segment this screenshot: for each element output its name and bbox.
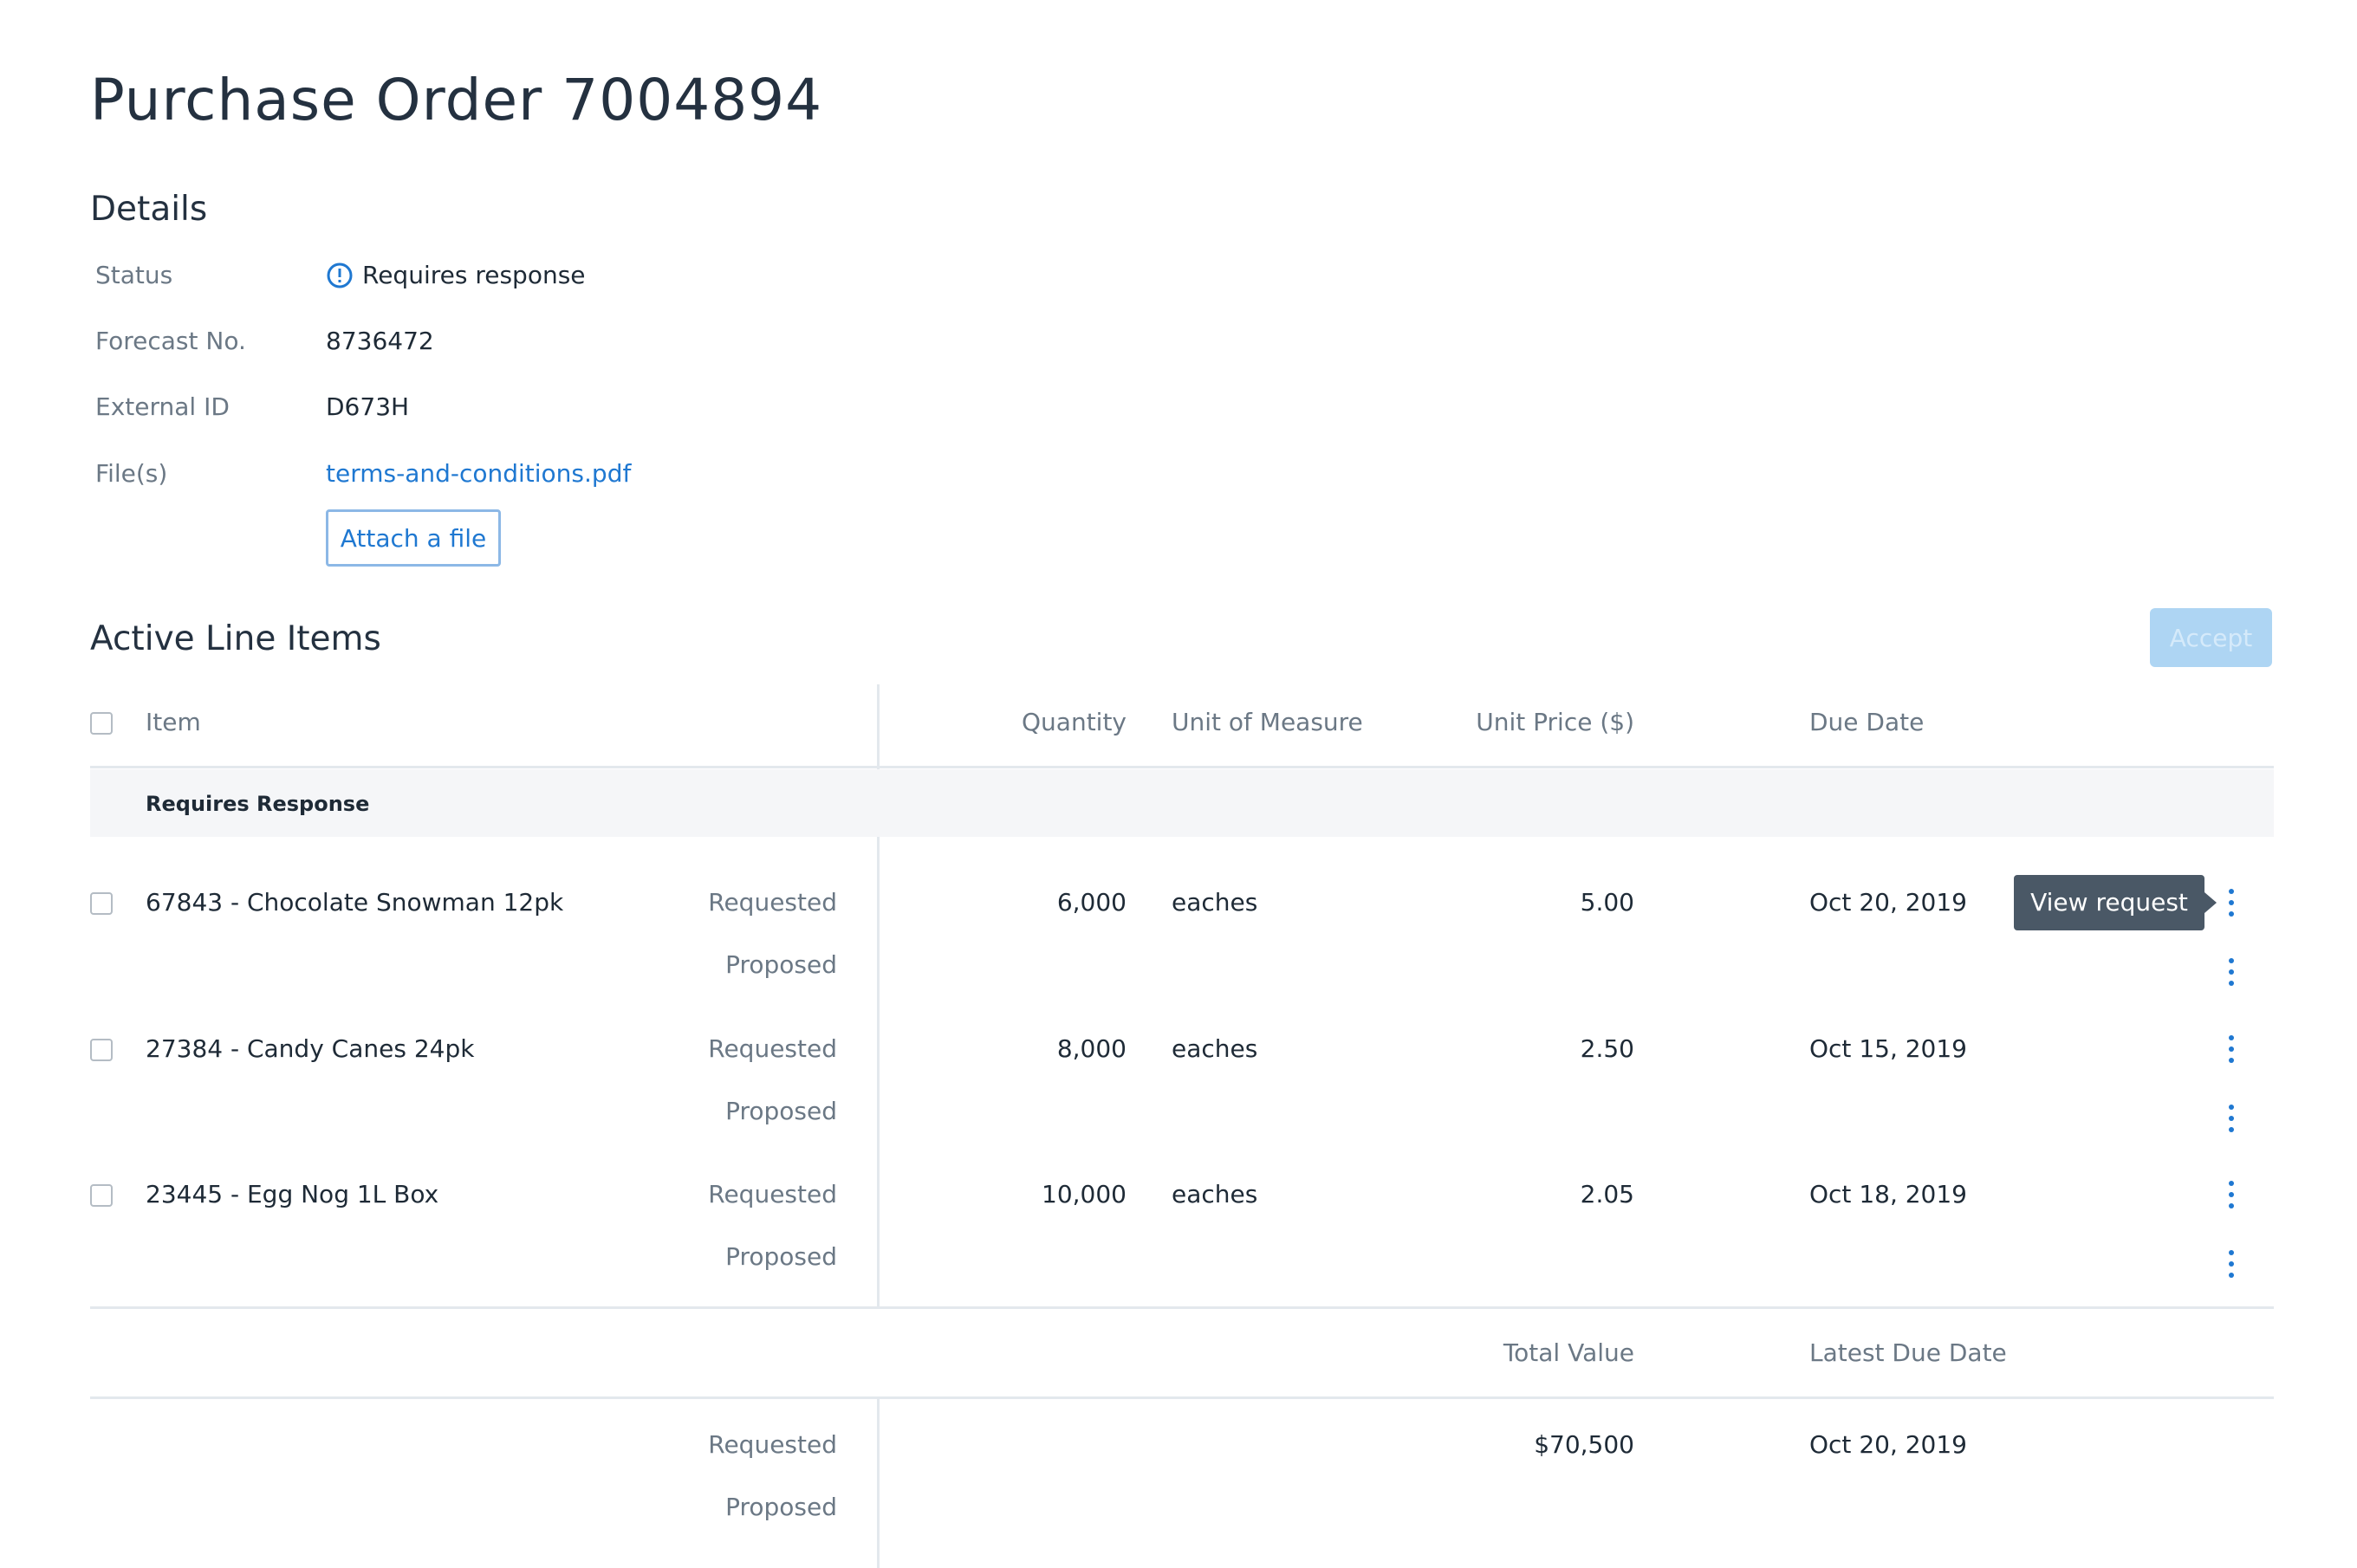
forecast-value: 8736472 <box>326 327 434 355</box>
totals-requested-label: Requested <box>708 1430 837 1459</box>
quantity-value: 10,000 <box>1042 1180 1127 1208</box>
row-checkbox[interactable] <box>90 1039 113 1061</box>
unit-price-value: 2.05 <box>1580 1180 1634 1208</box>
unit-value: eaches <box>1172 888 1258 917</box>
proposed-label: Proposed <box>725 1242 837 1271</box>
item-name: 67843 - Chocolate Snowman 12pk <box>146 888 564 917</box>
totals-divider <box>90 1396 2274 1399</box>
column-header-quantity: Quantity <box>1022 708 1127 736</box>
forecast-label: Forecast No. <box>95 327 246 355</box>
item-name: 23445 - Egg Nog 1L Box <box>146 1180 439 1208</box>
unit-price-value: 5.00 <box>1580 888 1634 917</box>
external-id-value: D673H <box>326 392 410 421</box>
latest-due-date: Oct 20, 2019 <box>1809 1430 1967 1459</box>
table-divider <box>90 1306 2274 1309</box>
due-date-value: Oct 18, 2019 <box>1809 1180 1967 1208</box>
more-options-icon[interactable] <box>2218 1032 2244 1066</box>
unit-value: eaches <box>1172 1034 1258 1063</box>
page-title: Purchase Order 7004894 <box>90 67 823 133</box>
column-divider <box>877 837 880 1308</box>
column-header-unit-price: Unit Price ($) <box>1476 708 1634 736</box>
details-heading: Details <box>90 190 208 229</box>
column-divider <box>877 684 880 769</box>
group-band <box>90 769 2274 837</box>
row-checkbox[interactable] <box>90 892 113 915</box>
column-header-due-date: Due Date <box>1809 708 1925 736</box>
total-value-header: Total Value <box>1503 1338 1634 1367</box>
due-date-value: Oct 15, 2019 <box>1809 1034 1967 1063</box>
column-header-unit: Unit of Measure <box>1172 708 1363 736</box>
header-divider <box>90 766 2274 768</box>
tooltip-arrow <box>2204 892 2217 913</box>
more-options-icon[interactable] <box>2218 885 2244 920</box>
proposed-label: Proposed <box>725 1097 837 1125</box>
select-all-checkbox[interactable] <box>90 712 113 735</box>
more-options-icon[interactable] <box>2218 1247 2244 1281</box>
status-text: Requires response <box>362 261 586 289</box>
more-options-icon[interactable] <box>2218 955 2244 989</box>
files-label: File(s) <box>95 459 168 488</box>
status-value: Requires response <box>326 258 586 293</box>
accept-button[interactable]: Accept <box>2150 608 2272 667</box>
line-items-heading: Active Line Items <box>90 619 381 658</box>
requested-label: Requested <box>708 1034 837 1063</box>
item-name: 27384 - Candy Canes 24pk <box>146 1034 475 1063</box>
row-checkbox[interactable] <box>90 1184 113 1207</box>
proposed-label: Proposed <box>725 950 837 979</box>
column-divider <box>877 1398 880 1568</box>
more-options-icon[interactable] <box>2218 1101 2244 1136</box>
more-options-icon[interactable] <box>2218 1177 2244 1212</box>
group-label: Requires Response <box>146 792 370 816</box>
total-value: $70,500 <box>1534 1430 1634 1459</box>
latest-due-date-header: Latest Due Date <box>1809 1338 2007 1367</box>
file-link[interactable]: terms-and-conditions.pdf <box>326 457 631 491</box>
quantity-value: 6,000 <box>1056 888 1127 917</box>
unit-value: eaches <box>1172 1180 1258 1208</box>
due-date-value: Oct 20, 2019 <box>1809 888 1967 917</box>
requested-label: Requested <box>708 1180 837 1208</box>
unit-price-value: 2.50 <box>1580 1034 1634 1063</box>
requested-label: Requested <box>708 888 837 917</box>
alert-circle-icon <box>326 262 354 289</box>
attach-file-button[interactable]: Attach a file <box>326 509 501 567</box>
quantity-value: 8,000 <box>1056 1034 1127 1063</box>
external-id-label: External ID <box>95 392 230 421</box>
column-header-item: Item <box>146 708 201 736</box>
view-request-tooltip: View request <box>2014 875 2204 930</box>
status-label: Status <box>95 261 173 289</box>
totals-proposed-label: Proposed <box>725 1493 837 1521</box>
